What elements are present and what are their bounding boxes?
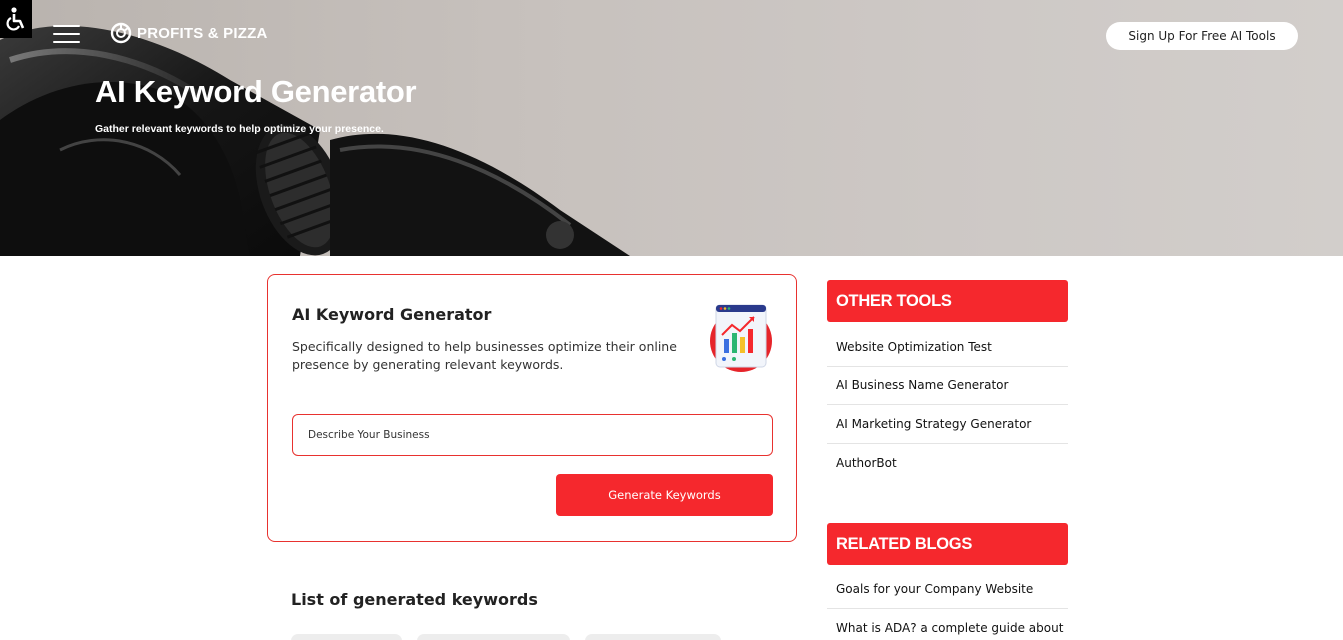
hero-banner: PROFITS & PIZZA Sign Up For Free AI Tool…	[0, 0, 1343, 256]
keyword-chip[interactable]	[585, 634, 721, 640]
page-subtitle: Gather relevant keywords to help optimiz…	[95, 123, 384, 135]
related-blog-link[interactable]: Goals for your Company Website	[827, 570, 1068, 609]
keyword-chart-icon	[710, 304, 772, 372]
other-tools-heading: OTHER TOOLS	[827, 280, 1068, 322]
other-tool-link[interactable]: AI Marketing Strategy Generator	[827, 405, 1068, 444]
generated-keywords-heading: List of generated keywords	[291, 590, 538, 609]
tool-title: AI Keyword Generator	[292, 305, 492, 324]
other-tool-link[interactable]: AI Business Name Generator	[827, 367, 1068, 405]
hamburger-menu-icon[interactable]	[53, 25, 80, 43]
page-title: AI Keyword Generator	[95, 74, 417, 109]
site-logo[interactable]: PROFITS & PIZZA	[110, 22, 268, 44]
related-blogs-heading: RELATED BLOGS	[827, 523, 1068, 565]
describe-business-input[interactable]	[292, 414, 773, 456]
related-blog-link[interactable]: What is ADA? a complete guide about	[827, 609, 1068, 640]
related-blogs-list: Goals for your Company Website What is A…	[827, 570, 1068, 640]
other-tools-list: Website Optimization Test AI Business Na…	[827, 328, 1068, 482]
other-tool-link[interactable]: AuthorBot	[827, 444, 1068, 483]
logo-icon	[110, 22, 132, 44]
other-tool-link[interactable]: Website Optimization Test	[827, 328, 1068, 367]
keyword-chip[interactable]	[417, 634, 570, 640]
signup-button[interactable]: Sign Up For Free AI Tools	[1106, 22, 1298, 50]
accessibility-button[interactable]	[0, 0, 32, 38]
logo-text: PROFITS & PIZZA	[137, 24, 268, 42]
keyword-generator-card: AI Keyword Generator Specifically design…	[267, 274, 797, 542]
tool-description: Specifically designed to help businesses…	[292, 339, 677, 372]
keyword-chip[interactable]	[291, 634, 402, 640]
accessibility-icon	[6, 7, 25, 31]
generate-keywords-button[interactable]: Generate Keywords	[556, 474, 773, 516]
